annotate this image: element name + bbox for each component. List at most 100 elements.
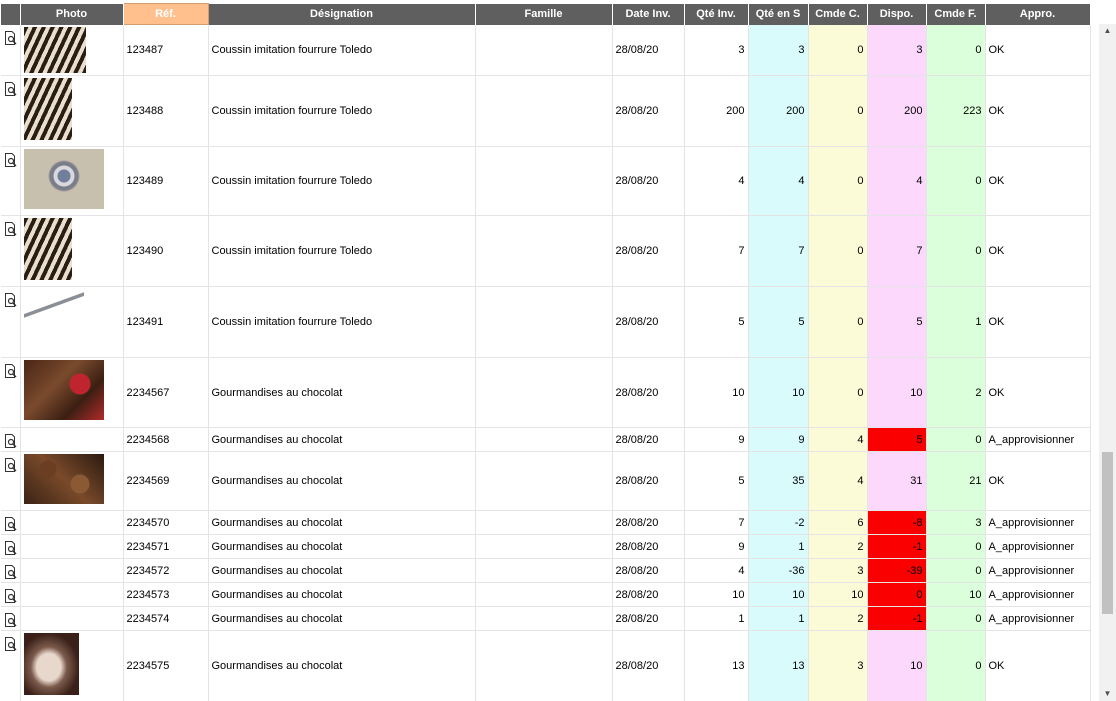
table-row[interactable]: 2234571 Gourmandises au chocolat 28/08/20 9… <box>1 534 1091 559</box>
cmde-c-cell: 10 <box>808 582 868 607</box>
product-photo-cell <box>20 427 124 452</box>
row-view-cell[interactable] <box>1 75 21 147</box>
column-header-cmde-c[interactable]: Cmde C. <box>808 3 868 25</box>
view-document-icon[interactable] <box>4 565 17 582</box>
product-photo[interactable] <box>23 149 104 209</box>
cmde-c-cell: 2 <box>808 534 868 559</box>
view-document-icon[interactable] <box>4 30 17 48</box>
column-header-appro[interactable]: Appro. <box>985 3 1091 25</box>
dispo-cell: 7 <box>867 215 927 287</box>
view-document-icon[interactable] <box>4 458 17 475</box>
product-photo[interactable] <box>23 26 86 73</box>
product-photo-cell <box>20 357 124 428</box>
column-header-famille[interactable]: Famille <box>475 3 613 25</box>
view-document-icon[interactable] <box>4 222 17 239</box>
row-view-cell[interactable] <box>1 286 21 358</box>
row-view-cell[interactable] <box>1 606 21 631</box>
famille-cell <box>475 427 613 452</box>
column-header-ref[interactable]: Réf. <box>122 3 209 25</box>
qte-inv-cell: 5 <box>684 451 749 511</box>
view-document-icon[interactable] <box>4 293 17 310</box>
date-cell: 28/08/20 <box>612 286 685 358</box>
row-view-cell[interactable] <box>1 357 21 428</box>
product-photo[interactable] <box>23 454 104 504</box>
table-row[interactable]: 123489 Coussin imitation fourrure Toledo 2… <box>1 146 1091 216</box>
column-header-designation[interactable]: Désignation <box>208 3 476 25</box>
cmde-f-cell: 10 <box>926 582 986 607</box>
table-row[interactable]: 2234570 Gourmandises au chocolat 28/08/20 7… <box>1 510 1091 535</box>
product-photo[interactable] <box>23 360 104 420</box>
product-photo-cell <box>20 24 124 76</box>
view-document-icon[interactable] <box>4 434 17 451</box>
table-row[interactable]: 2234575 Gourmandises au chocolat 28/08/20 1… <box>1 630 1091 701</box>
designation-cell: Gourmandises au chocolat <box>208 582 476 607</box>
cmde-f-cell: 1 <box>926 286 986 358</box>
table-row[interactable]: 2234568 Gourmandises au chocolat 28/08/20 9… <box>1 427 1091 452</box>
row-view-cell[interactable] <box>1 558 21 583</box>
designation-cell: Gourmandises au chocolat <box>208 427 476 452</box>
table-row[interactable]: 2234569 Gourmandises au chocolat 28/08/20 5… <box>1 451 1091 511</box>
cmde-f-cell: 0 <box>926 606 986 631</box>
scroll-down-arrow-icon[interactable]: ▼ <box>1099 687 1116 701</box>
table-row[interactable]: 2234572 Gourmandises au chocolat 28/08/20 4… <box>1 558 1091 583</box>
row-view-cell[interactable] <box>1 146 21 216</box>
appro-cell: OK <box>985 630 1091 701</box>
qte-s-cell: 5 <box>748 286 809 358</box>
qte-inv-cell: 7 <box>684 510 749 535</box>
designation-cell: Gourmandises au chocolat <box>208 630 476 701</box>
appro-cell: A_approvisionner <box>985 582 1091 607</box>
view-document-icon[interactable] <box>4 637 17 654</box>
table-row[interactable]: 2234574 Gourmandises au chocolat 28/08/20 1… <box>1 606 1091 631</box>
table-row[interactable]: 2234567 Gourmandises au chocolat 28/08/20 1… <box>1 357 1091 428</box>
vertical-scrollbar[interactable]: ▲ ▼ <box>1099 24 1116 701</box>
scrollbar-thumb[interactable] <box>1102 452 1113 614</box>
view-document-icon[interactable] <box>4 153 17 170</box>
view-document-icon[interactable] <box>4 541 17 558</box>
table-row[interactable]: 2234573 Gourmandises au chocolat 28/08/20 1… <box>1 582 1091 607</box>
product-photo-cell <box>20 286 124 358</box>
row-view-cell[interactable] <box>1 451 21 511</box>
qte-s-cell: -2 <box>748 510 809 535</box>
view-document-icon[interactable] <box>4 517 17 534</box>
row-view-cell[interactable] <box>1 510 21 535</box>
scroll-up-arrow-icon[interactable]: ▲ <box>1099 24 1116 38</box>
product-photo[interactable] <box>23 218 72 280</box>
column-header-cmde-f[interactable]: Cmde F. <box>926 3 986 25</box>
product-photo[interactable] <box>23 633 79 695</box>
view-document-icon[interactable] <box>4 613 17 630</box>
column-header-qte-inv[interactable]: Qté Inv. <box>684 3 749 25</box>
table-row[interactable]: 123491 Coussin imitation fourrure Toledo 2… <box>1 286 1091 358</box>
table-row[interactable]: 123487 Coussin imitation fourrure Toledo 2… <box>1 24 1091 76</box>
row-view-cell[interactable] <box>1 427 21 452</box>
product-photo-cell <box>20 630 124 701</box>
inventory-table: Photo Réf. Désignation Famille Date Inv.… <box>1 3 1091 701</box>
column-header-date[interactable]: Date Inv. <box>612 3 685 25</box>
cmde-f-cell: 223 <box>926 75 986 147</box>
view-document-icon[interactable] <box>4 364 17 381</box>
row-view-cell[interactable] <box>1 215 21 287</box>
appro-cell: A_approvisionner <box>985 606 1091 631</box>
view-document-icon[interactable] <box>4 82 17 99</box>
product-photo[interactable] <box>23 289 84 329</box>
column-header-photo[interactable]: Photo <box>20 3 124 25</box>
row-view-cell[interactable] <box>1 582 21 607</box>
appro-cell: OK <box>985 286 1091 358</box>
product-photo-cell <box>20 534 124 559</box>
ref-cell: 2234575 <box>123 630 209 701</box>
column-header-qte-s[interactable]: Qté en S <box>748 3 809 25</box>
table-row[interactable]: 123490 Coussin imitation fourrure Toledo 2… <box>1 215 1091 287</box>
dispo-cell: -39 <box>867 558 927 583</box>
table-row[interactable]: 123488 Coussin imitation fourrure Toledo 2… <box>1 75 1091 147</box>
qte-inv-cell: 7 <box>684 215 749 287</box>
designation-cell: Coussin imitation fourrure Toledo <box>208 146 476 216</box>
row-view-cell[interactable] <box>1 534 21 559</box>
column-header-dispo[interactable]: Dispo. <box>867 3 927 25</box>
product-photo[interactable] <box>23 78 72 140</box>
row-view-cell[interactable] <box>1 630 21 701</box>
qte-inv-cell: 1 <box>684 606 749 631</box>
inventory-grid-window: Photo Réf. Désignation Famille Date Inv.… <box>0 0 1116 701</box>
row-view-cell[interactable] <box>1 24 21 76</box>
dispo-cell: 31 <box>867 451 927 511</box>
view-document-icon[interactable] <box>4 589 17 606</box>
ref-cell: 2234570 <box>123 510 209 535</box>
